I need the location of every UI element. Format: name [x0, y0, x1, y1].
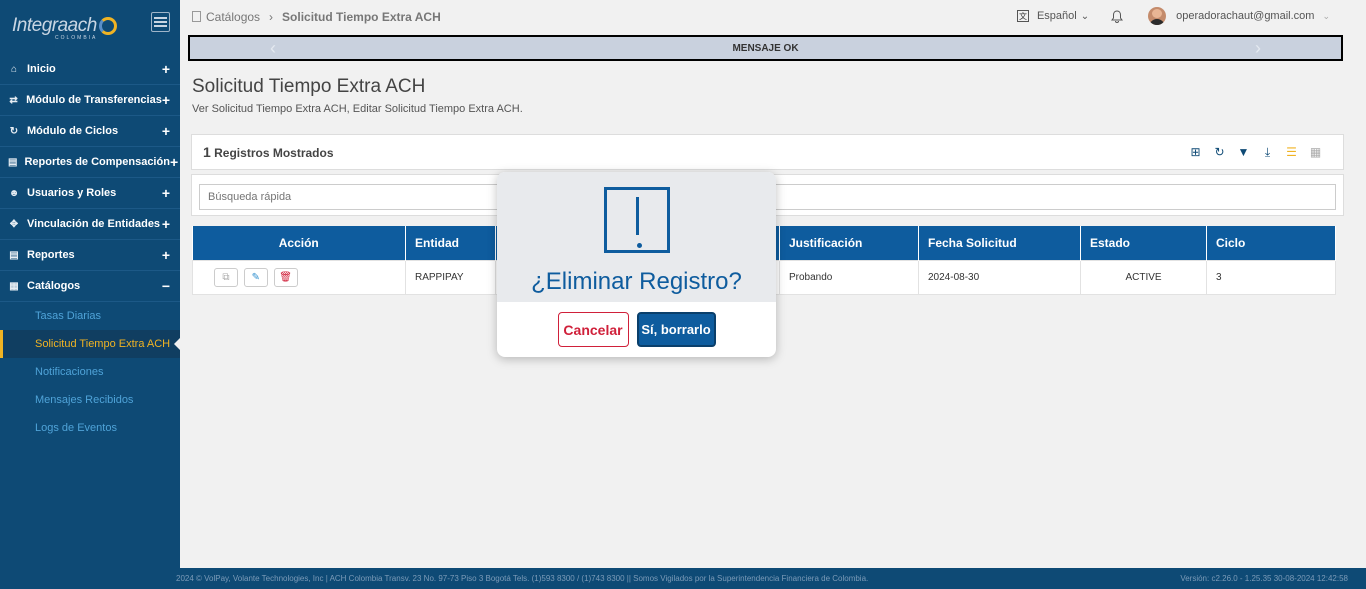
dialog-header: ¿Eliminar Registro?: [497, 172, 776, 302]
modal-overlay: ¿Eliminar Registro? Cancelar Sí, borrarl…: [0, 0, 1366, 589]
confirm-dialog: ¿Eliminar Registro? Cancelar Sí, borrarl…: [497, 172, 776, 357]
confirm-delete-button[interactable]: Sí, borrarlo: [636, 312, 716, 347]
dialog-title: ¿Eliminar Registro?: [531, 268, 742, 295]
cancel-button[interactable]: Cancelar: [557, 312, 629, 347]
warning-icon: [604, 187, 670, 253]
dialog-actions: Cancelar Sí, borrarlo: [497, 302, 776, 347]
